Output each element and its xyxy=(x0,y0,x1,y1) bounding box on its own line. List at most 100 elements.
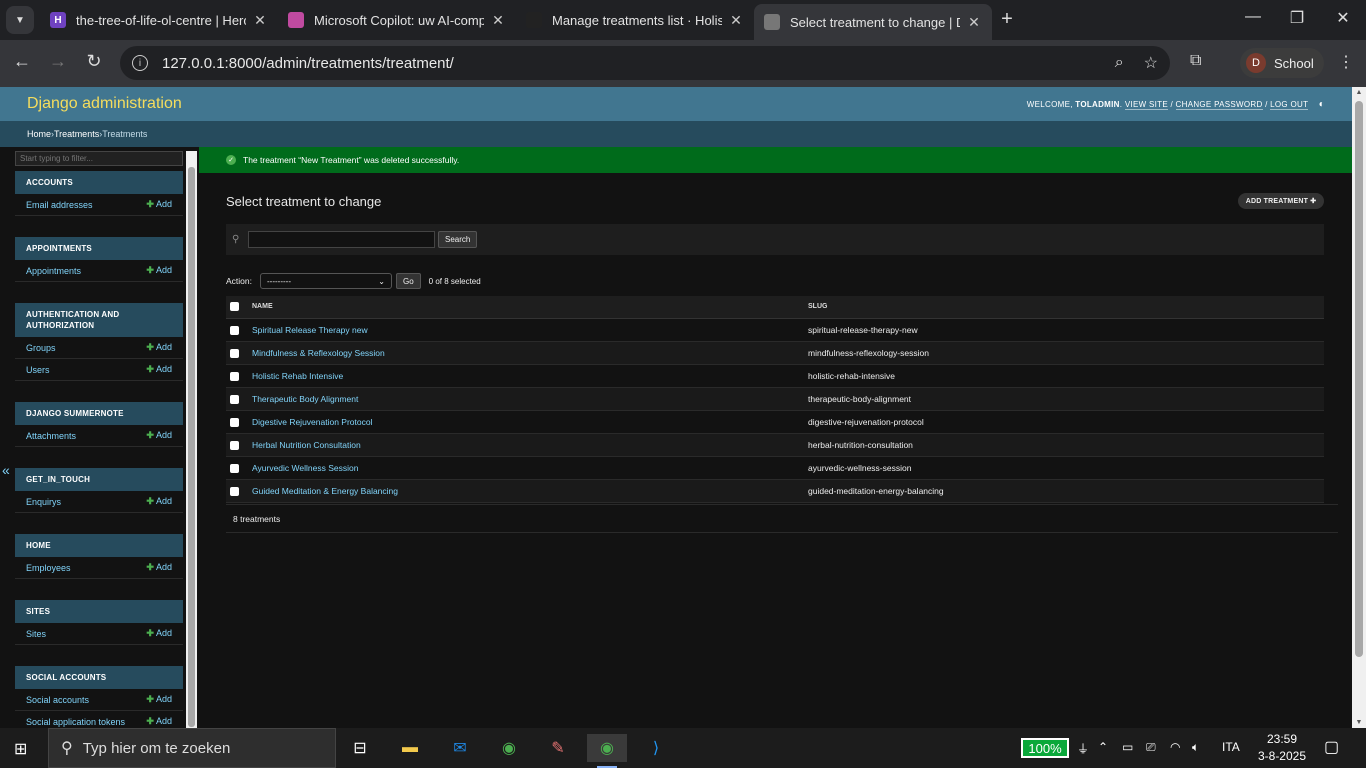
close-tab-icon[interactable]: ✕ xyxy=(966,14,982,31)
battery-indicator[interactable]: 100% xyxy=(1021,738,1069,758)
browser-menu-icon[interactable]: ⋮ xyxy=(1338,52,1354,72)
zoom-icon[interactable]: ⌕ xyxy=(1115,54,1124,72)
browser-tab[interactable]: Select treatment to change | Dja ✕ xyxy=(754,4,992,40)
module-caption[interactable]: Home xyxy=(15,534,183,557)
column-header-name[interactable]: Name xyxy=(248,296,804,319)
change-password-link[interactable]: Change password xyxy=(1175,99,1263,110)
chrome-profile-icon[interactable]: ◉ xyxy=(587,734,627,768)
sidebar-add-link[interactable]: ✚ Add xyxy=(146,265,172,276)
sidebar-model-link[interactable]: Enquirys xyxy=(26,497,61,507)
profile-button[interactable]: D School xyxy=(1240,48,1324,78)
row-checkbox[interactable] xyxy=(230,417,239,427)
treatment-name-link[interactable]: Holistic Rehab Intensive xyxy=(252,371,343,381)
power-plug-icon[interactable]: ⏚ xyxy=(1077,740,1089,757)
notifications-icon[interactable]: ▢ xyxy=(1324,737,1339,757)
volume-muted-icon[interactable]: 🔈︎ xyxy=(1192,740,1199,755)
browser-tab[interactable]: Microsoft Copilot: uw AI-compa ✕ xyxy=(278,0,516,40)
outlook-icon[interactable]: ✉ xyxy=(440,734,480,762)
extensions-icon[interactable]: ⧉ xyxy=(1190,52,1201,70)
row-checkbox[interactable] xyxy=(230,348,239,358)
maximize-button[interactable]: ❐ xyxy=(1282,8,1312,28)
row-checkbox[interactable] xyxy=(230,463,239,473)
vscode-icon[interactable]: ⟩ xyxy=(636,734,676,762)
treatment-name-link[interactable]: Spiritual Release Therapy new xyxy=(252,325,368,335)
column-header-slug[interactable]: Slug xyxy=(804,296,1324,319)
sidebar-model-link[interactable]: Employees xyxy=(26,563,71,573)
module-caption[interactable]: Social accounts xyxy=(15,666,183,689)
tab-search-button[interactable]: ▼ xyxy=(6,6,34,34)
sidebar-add-link[interactable]: ✚ Add xyxy=(146,342,172,353)
treatment-name-link[interactable]: Ayurvedic Wellness Session xyxy=(252,463,358,473)
back-button[interactable]: ← xyxy=(10,51,34,72)
row-checkbox[interactable] xyxy=(230,371,239,381)
sidebar-add-link[interactable]: ✚ Add xyxy=(146,628,172,639)
treatment-name-link[interactable]: Mindfulness & Reflexology Session xyxy=(252,348,385,358)
sidebar-add-link[interactable]: ✚ Add xyxy=(146,364,172,375)
browser-tab[interactable]: Manage treatments list · Holistic ✕ xyxy=(516,0,754,40)
sidebar-model-link[interactable]: Users xyxy=(26,365,50,375)
site-info-icon[interactable]: i xyxy=(132,55,148,71)
view-site-link[interactable]: View site xyxy=(1124,99,1168,110)
sidebar-model-link[interactable]: Social application tokens xyxy=(26,717,125,727)
close-tab-icon[interactable]: ✕ xyxy=(728,12,744,29)
add-treatment-button[interactable]: Add treatment ✚ xyxy=(1238,193,1324,209)
module-caption[interactable]: Appointments xyxy=(15,237,183,260)
page-scrollbar[interactable]: ▲ ▼ xyxy=(1352,87,1366,728)
sidebar-add-link[interactable]: ✚ Add xyxy=(146,430,172,441)
module-caption[interactable]: Accounts xyxy=(15,171,183,194)
chrome-icon[interactable]: ◉ xyxy=(489,734,529,762)
address-bar[interactable]: i 127.0.0.1:8000/admin/treatments/treatm… xyxy=(120,46,1170,80)
close-window-button[interactable]: ✕ xyxy=(1328,8,1358,28)
breadcrumb-app[interactable]: Treatments xyxy=(54,129,99,139)
breadcrumb-home[interactable]: Home xyxy=(27,129,51,139)
sidebar-model-link[interactable]: Appointments xyxy=(26,266,81,276)
sidebar-model-link[interactable]: Attachments xyxy=(26,431,76,441)
sidebar-model-link[interactable]: Social accounts xyxy=(26,695,89,705)
taskbar-search[interactable]: ⚲ Typ hier om te zoeken xyxy=(48,728,336,768)
wifi-icon[interactable]: ◠ xyxy=(1170,740,1180,754)
close-tab-icon[interactable]: ✕ xyxy=(252,12,268,29)
treatment-name-link[interactable]: Digestive Rejuvenation Protocol xyxy=(252,417,372,427)
forward-button[interactable]: → xyxy=(46,51,70,72)
sidebar-add-link[interactable]: ✚ Add xyxy=(146,199,172,210)
sidebar-scrollbar[interactable] xyxy=(186,151,197,728)
sidebar-add-link[interactable]: ✚ Add xyxy=(146,694,172,705)
browser-tab[interactable]: Hthe-tree-of-life-ol-centre | Hero ✕ xyxy=(40,0,278,40)
task-view-icon[interactable]: ⊟ xyxy=(340,734,380,762)
battery-icon[interactable]: ▭ xyxy=(1122,740,1133,754)
sidebar-model-link[interactable]: Groups xyxy=(26,343,56,353)
input-language[interactable]: ITA xyxy=(1222,740,1240,754)
module-caption[interactable]: Sites xyxy=(15,600,183,623)
reload-button[interactable]: ↻ xyxy=(82,51,106,72)
treatment-name-link[interactable]: Guided Meditation & Energy Balancing xyxy=(252,486,398,496)
minimize-button[interactable]: — xyxy=(1238,8,1268,26)
action-select[interactable]: --------- ⌄ xyxy=(260,273,392,289)
bookmark-star-icon[interactable]: ☆ xyxy=(1144,53,1158,73)
file-explorer-icon[interactable]: ▬ xyxy=(390,734,430,762)
nav-filter-input[interactable] xyxy=(15,151,183,166)
windows-start-icon[interactable]: ⊞ xyxy=(14,739,27,759)
row-checkbox[interactable] xyxy=(230,394,239,404)
chevron-up-icon[interactable]: ⌃ xyxy=(1098,740,1108,754)
log-out-link[interactable]: Log out xyxy=(1270,99,1309,110)
close-tab-icon[interactable]: ✕ xyxy=(490,12,506,29)
row-checkbox[interactable] xyxy=(230,440,239,450)
treatment-name-link[interactable]: Therapeutic Body Alignment xyxy=(252,394,358,404)
sidebar-model-link[interactable]: Email addresses xyxy=(26,200,93,210)
paint-icon[interactable]: ✎ xyxy=(538,734,578,762)
module-caption[interactable]: Get_in_touch xyxy=(15,468,183,491)
sidebar-model-link[interactable]: Sites xyxy=(26,629,46,639)
theme-toggle-icon[interactable]: ◐ xyxy=(1319,99,1325,110)
row-checkbox[interactable] xyxy=(230,486,239,496)
select-all-checkbox[interactable] xyxy=(230,302,239,312)
system-clock[interactable]: 23:59 3-8-2025 xyxy=(1252,731,1312,765)
toggle-sidebar-icon[interactable]: « xyxy=(2,462,10,478)
treatment-name-link[interactable]: Herbal Nutrition Consultation xyxy=(252,440,361,450)
search-input[interactable] xyxy=(248,231,435,248)
url-text[interactable]: 127.0.0.1:8000/admin/treatments/treatmen… xyxy=(162,55,1095,72)
sidebar-add-link[interactable]: ✚ Add xyxy=(146,562,172,573)
search-button[interactable]: Search xyxy=(438,231,478,248)
sidebar-add-link[interactable]: ✚ Add xyxy=(146,716,172,727)
module-caption[interactable]: Django Summernote xyxy=(15,402,183,425)
new-tab-button[interactable]: + xyxy=(996,8,1018,31)
